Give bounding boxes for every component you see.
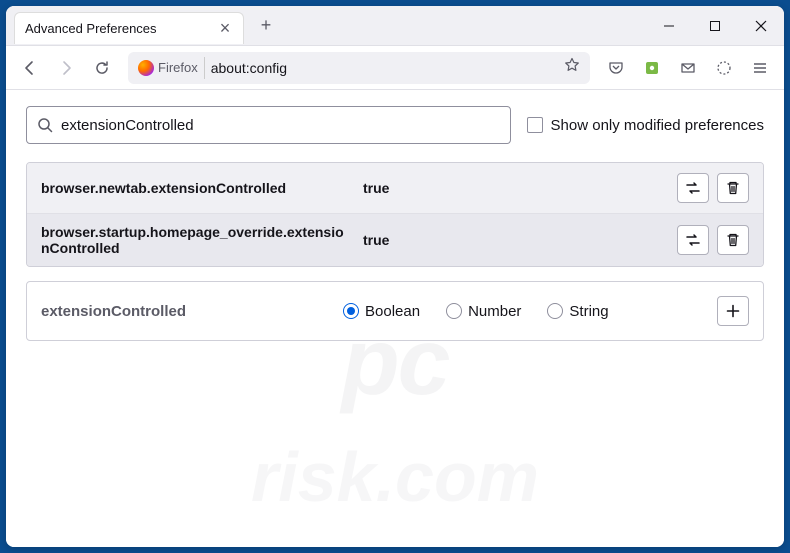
pref-value: true (363, 232, 665, 248)
pref-row: browser.startup.homepage_override.extens… (27, 214, 763, 266)
watermark-sub: risk.com (251, 437, 539, 517)
search-input[interactable] (61, 117, 500, 134)
menu-button[interactable] (744, 52, 776, 84)
reload-button[interactable] (86, 52, 118, 84)
radio-label: Number (468, 303, 521, 320)
checkbox-icon (527, 117, 543, 133)
radio-icon (343, 303, 359, 319)
close-tab-icon[interactable]: × (217, 20, 233, 36)
close-window-button[interactable] (738, 6, 784, 46)
titlebar: Advanced Preferences × + (6, 6, 784, 46)
radio-number[interactable]: Number (446, 303, 521, 320)
radio-icon (446, 303, 462, 319)
show-modified-checkbox[interactable]: Show only modified preferences (527, 117, 764, 134)
maximize-button[interactable] (692, 6, 738, 46)
pref-name: browser.startup.homepage_override.extens… (41, 224, 351, 256)
forward-button[interactable] (50, 52, 82, 84)
search-row: Show only modified preferences (26, 106, 764, 144)
firefox-icon (138, 60, 154, 76)
search-box[interactable] (26, 106, 511, 144)
pref-value: true (363, 180, 665, 196)
pocket-button[interactable] (600, 52, 632, 84)
bookmark-star-icon[interactable] (558, 57, 586, 78)
pref-name: browser.newtab.extensionControlled (41, 180, 351, 196)
new-tab-button[interactable]: + (252, 12, 280, 40)
add-button[interactable] (717, 296, 749, 326)
navigation-toolbar: Firefox (6, 46, 784, 90)
account-button[interactable] (708, 52, 740, 84)
toggle-button[interactable] (677, 225, 709, 255)
url-input[interactable] (211, 60, 552, 76)
delete-button[interactable] (717, 225, 749, 255)
page-content: pc risk.com Show only modified preferenc… (6, 90, 784, 547)
toggle-icon (685, 180, 701, 196)
preferences-table: browser.newtab.extensionControlled true … (26, 162, 764, 267)
url-bar[interactable]: Firefox (128, 52, 590, 84)
search-icon (37, 117, 53, 133)
radio-label: String (569, 303, 608, 320)
mail-button[interactable] (672, 52, 704, 84)
trash-icon (725, 180, 741, 196)
extension-button[interactable] (636, 52, 668, 84)
toggle-icon (685, 232, 701, 248)
delete-button[interactable] (717, 173, 749, 203)
minimize-button[interactable] (646, 6, 692, 46)
pref-row: browser.newtab.extensionControlled true (27, 163, 763, 214)
plus-icon (725, 303, 741, 319)
back-button[interactable] (14, 52, 46, 84)
browser-tab[interactable]: Advanced Preferences × (14, 12, 244, 44)
tab-title: Advanced Preferences (25, 21, 217, 36)
window-controls (646, 6, 784, 46)
identity-label: Firefox (158, 60, 198, 75)
checkbox-label: Show only modified preferences (551, 117, 764, 134)
toggle-button[interactable] (677, 173, 709, 203)
add-pref-name: extensionControlled (41, 303, 331, 320)
radio-icon (547, 303, 563, 319)
radio-boolean[interactable]: Boolean (343, 303, 420, 320)
trash-icon (725, 232, 741, 248)
identity-box[interactable]: Firefox (132, 57, 205, 79)
type-radio-group: Boolean Number String (343, 303, 705, 320)
radio-label: Boolean (365, 303, 420, 320)
radio-string[interactable]: String (547, 303, 608, 320)
add-preference-row: extensionControlled Boolean Number Strin… (26, 281, 764, 341)
browser-window: Advanced Preferences × + (6, 6, 784, 547)
